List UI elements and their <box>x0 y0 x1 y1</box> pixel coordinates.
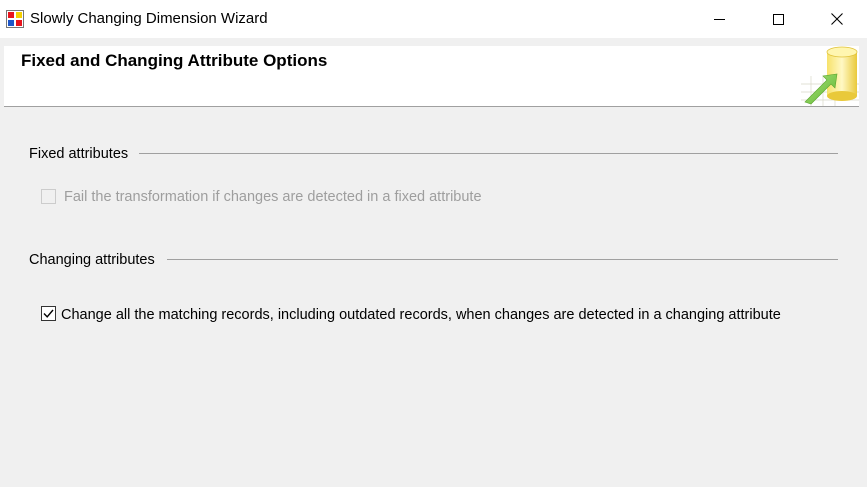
minimize-button[interactable] <box>690 0 748 38</box>
wizard-app-icon[interactable] <box>6 10 24 28</box>
fixed-attributes-group-label: Fixed attributes <box>29 146 129 162</box>
change-all-matching-records-label: Change all the matching records, includi… <box>61 307 781 323</box>
close-button[interactable] <box>808 0 866 38</box>
maximize-icon <box>772 13 784 25</box>
changing-attributes-group-label: Changing attributes <box>29 252 155 268</box>
change-all-matching-records-checkbox[interactable] <box>41 306 56 321</box>
changing-attributes-divider <box>167 259 838 260</box>
checkmark-icon <box>43 309 54 318</box>
maximize-button[interactable] <box>749 0 807 38</box>
window-title: Slowly Changing Dimension Wizard <box>30 10 268 27</box>
database-arrow-icon <box>801 46 859 106</box>
minimize-icon <box>713 14 725 25</box>
page-title: Fixed and Changing Attribute Options <box>21 51 328 70</box>
fail-on-fixed-change-checkbox[interactable] <box>41 189 56 204</box>
fail-on-fixed-change-label: Fail the transformation if changes are d… <box>64 189 482 205</box>
title-bar: Slowly Changing Dimension Wizard <box>0 0 867 38</box>
wizard-header: Fixed and Changing Attribute Options <box>4 46 859 107</box>
fixed-attributes-divider <box>139 153 838 154</box>
close-icon <box>831 13 843 25</box>
